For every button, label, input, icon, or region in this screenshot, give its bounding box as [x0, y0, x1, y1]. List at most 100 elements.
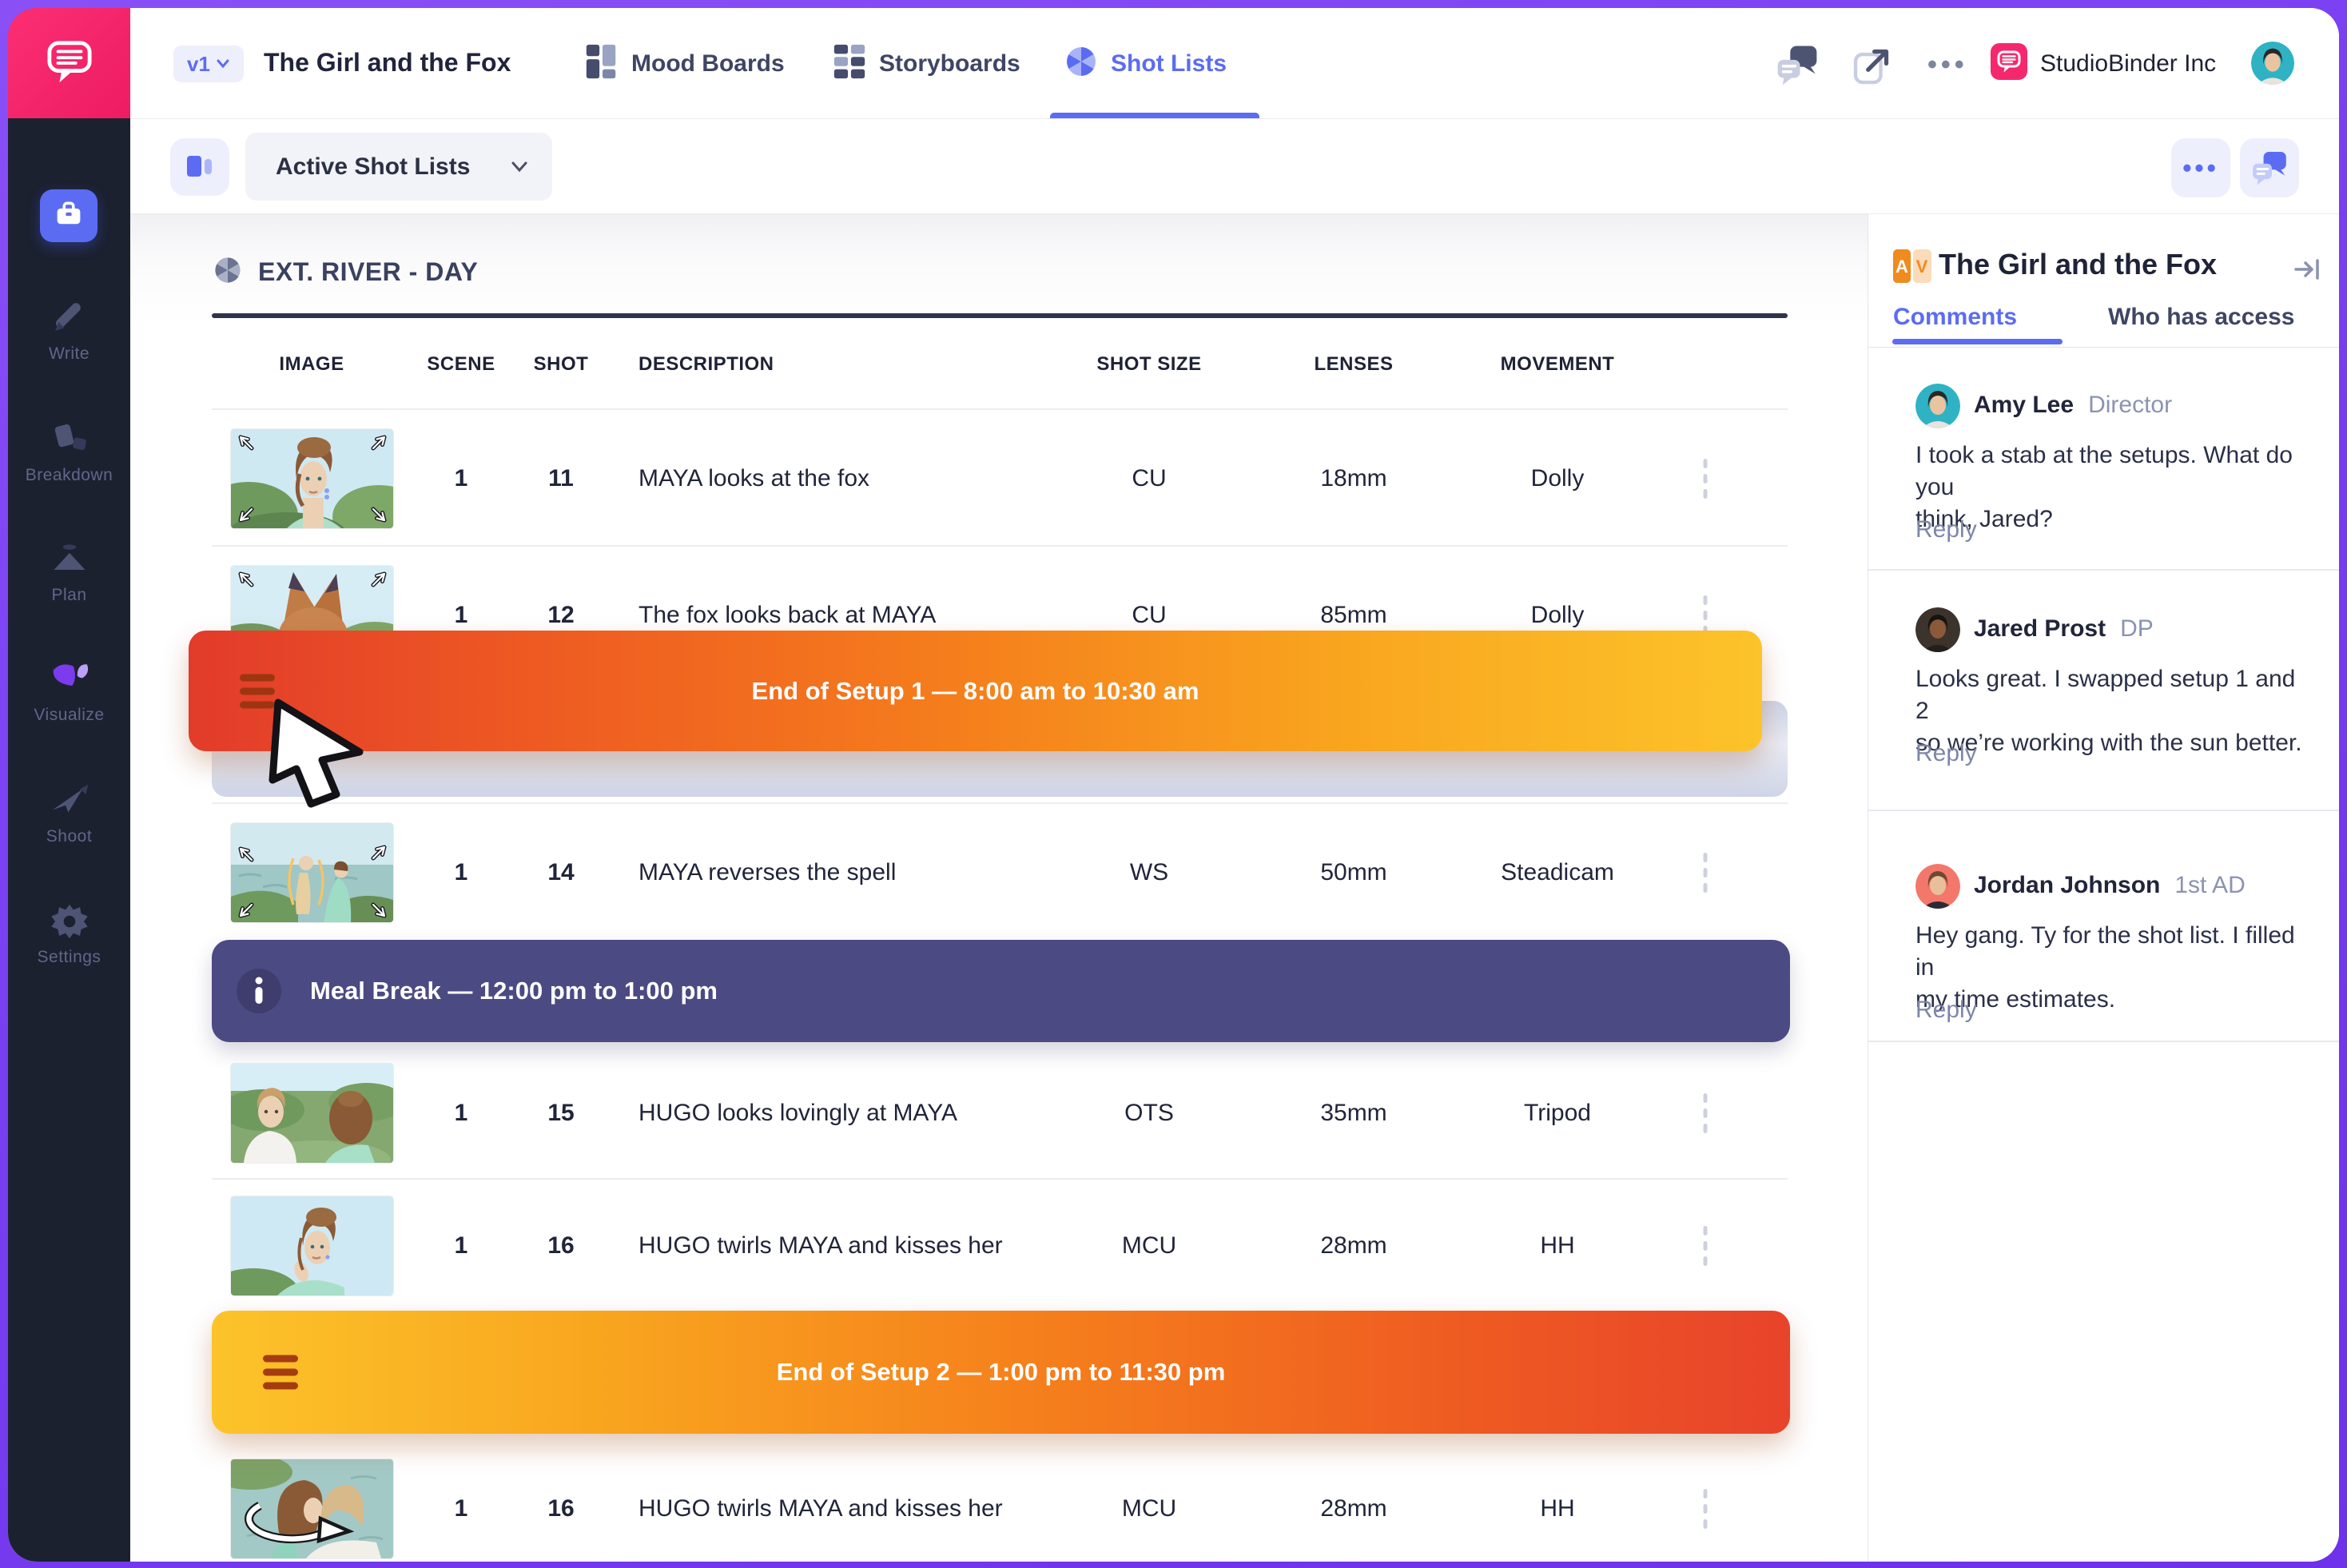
sidebar-item-label: Settings [8, 948, 130, 967]
comment-divider [1868, 1041, 2339, 1042]
sidebar-item-label: Shoot [8, 827, 130, 846]
row-menu-icon[interactable] [1699, 848, 1713, 897]
commenter-avatar [1915, 607, 1960, 652]
sidebar-item-settings[interactable]: Settings [8, 901, 130, 967]
sidebar-item-label: Breakdown [8, 466, 130, 485]
column-header: IMAGE [279, 353, 344, 376]
more-options-button[interactable]: ••• [2171, 138, 2230, 197]
commenter-name: Jared ProstDP [1974, 615, 2154, 643]
org-logo-icon[interactable] [1991, 43, 2027, 80]
reply-link[interactable]: Reply [1915, 997, 1977, 1024]
shot-cell: 12 [547, 602, 574, 629]
row-menu-icon[interactable] [1699, 1221, 1713, 1271]
commenter-avatar [1915, 384, 1960, 428]
movement-cell: HH [1540, 1495, 1574, 1522]
tab-storyboards[interactable]: Storyboards [831, 43, 1020, 84]
storyboard-thumbnail[interactable] [231, 429, 393, 528]
panel-title: The Girl and the Fox [1939, 248, 2217, 281]
meal-break-banner[interactable]: Meal Break — 12:00 pm to 1:00 pm [212, 940, 1790, 1042]
movement-cell: Tripod [1524, 1100, 1591, 1127]
collapse-panel-icon[interactable] [2292, 256, 2322, 287]
row-menu-icon[interactable] [1699, 454, 1713, 503]
sidebar-item-plan[interactable]: Plan [8, 539, 130, 605]
user-avatar[interactable] [2251, 42, 2294, 85]
breakdown-icon [49, 450, 90, 464]
scene-cell: 1 [455, 1495, 468, 1522]
tab-comments[interactable]: Comments [1893, 304, 2017, 331]
shot-list-selector-label: Active Shot Lists [276, 153, 470, 181]
tab-mood-boards[interactable]: Mood Boards [583, 43, 785, 84]
column-header: SHOT [534, 353, 589, 376]
share-icon[interactable] [1850, 43, 1895, 92]
shot-row[interactable]: 1 14 MAYA reverses the spell WS 50mm Ste… [212, 802, 1788, 941]
content-area: EXT. RIVER - DAY IMAGESCENESHOTDESCRIPTI… [130, 214, 2339, 1562]
shot-lists-icon [1063, 43, 1100, 84]
tab-label: Shot Lists [1111, 50, 1227, 78]
column-header: SCENE [427, 353, 495, 376]
comments-icon[interactable] [1775, 43, 1820, 90]
layout-view-button[interactable] [170, 138, 229, 196]
sidebar-item-breakdown[interactable]: Breakdown [8, 419, 130, 485]
version-label: v1 [187, 52, 210, 77]
version-dropdown[interactable]: v1 [173, 46, 244, 82]
sidebar-item-write[interactable]: Write [8, 297, 130, 364]
av-script-icon: AV [1893, 249, 1931, 287]
sidebar: Write Breakdown Plan Visualize Shoot Set… [8, 8, 130, 1562]
sidebar-item-projects[interactable] [40, 189, 97, 242]
movement-cell: HH [1540, 1232, 1574, 1260]
studiobinder-logo[interactable] [8, 8, 130, 118]
setup-banner[interactable]: End of Setup 1 — 8:00 am to 10:30 am [189, 631, 1762, 751]
description-cell: HUGO twirls MAYA and kisses her [638, 1232, 1003, 1260]
drag-handle-icon[interactable] [240, 674, 275, 708]
reply-link[interactable]: Reply [1915, 740, 1977, 767]
sidebar-item-label: Write [8, 344, 130, 364]
shot-cell: 11 [548, 465, 574, 492]
tab-who-has-access[interactable]: Who has access [2108, 304, 2294, 331]
row-menu-icon[interactable] [1699, 1484, 1713, 1534]
commenter-name: Jordan Johnson1st AD [1974, 872, 2246, 899]
drag-handle-icon[interactable] [263, 1355, 298, 1390]
section-divider [212, 313, 1788, 318]
shot-size-cell: MCU [1122, 1232, 1176, 1260]
setup-banner[interactable]: End of Setup 2 — 1:00 pm to 11:30 pm [212, 1311, 1790, 1434]
shot-list-toolbar: Active Shot Lists ••• [130, 119, 2339, 214]
sidebar-item-visualize[interactable]: Visualize [8, 659, 130, 725]
storyboard-thumbnail[interactable] [231, 823, 393, 922]
layout-icon [182, 149, 217, 185]
storyboard-thumbnail[interactable] [231, 1196, 393, 1295]
app-window: Write Breakdown Plan Visualize Shoot Set… [8, 8, 2339, 1562]
info-icon [237, 969, 281, 1013]
movement-cell: Steadicam [1501, 859, 1614, 886]
briefcase-icon [50, 196, 87, 237]
lenses-cell: 50mm [1320, 859, 1386, 886]
sidebar-item-shoot[interactable]: Shoot [8, 780, 130, 846]
lenses-cell: 35mm [1320, 1100, 1386, 1127]
tab-shot-lists[interactable]: Shot Lists [1063, 43, 1227, 84]
description-cell: MAYA looks at the fox [638, 465, 869, 492]
svg-text:V: V [1916, 257, 1928, 277]
scene-cell: 1 [455, 1232, 468, 1260]
svg-text:A: A [1896, 257, 1908, 277]
shot-size-cell: WS [1130, 859, 1168, 886]
storyboard-thumbnail[interactable] [231, 1459, 393, 1558]
row-menu-icon[interactable] [1699, 1088, 1713, 1138]
reply-link[interactable]: Reply [1915, 516, 1977, 543]
shot-row[interactable]: 1 16 HUGO twirls MAYA and kisses her MCU… [212, 1440, 1788, 1562]
more-icon[interactable]: ••• [1927, 50, 1968, 81]
tabs-divider [1868, 347, 2339, 348]
shot-list-selector[interactable]: Active Shot Lists [245, 133, 552, 201]
shot-row[interactable]: 1 15 HUGO looks lovingly at MAYA OTS 35m… [212, 1049, 1788, 1178]
shot-row[interactable]: 1 16 HUGO twirls MAYA and kisses her MCU… [212, 1178, 1788, 1312]
main-column: v1 The Girl and the Fox Mood Boards Stor… [130, 8, 2339, 1562]
comments-toggle-button[interactable] [2240, 138, 2299, 197]
mood-boards-icon [583, 43, 620, 84]
org-name[interactable]: StudioBinder Inc [2040, 50, 2216, 78]
scene-cell: 1 [455, 465, 468, 492]
storyboard-thumbnail[interactable] [231, 1064, 393, 1163]
column-header: DESCRIPTION [638, 353, 774, 376]
sidebar-item-label: Plan [8, 586, 130, 605]
meal-banner-label: Meal Break — 12:00 pm to 1:00 pm [310, 977, 718, 1005]
shot-cell: 16 [547, 1232, 574, 1260]
plan-icon [49, 570, 90, 583]
shot-row[interactable]: 1 11 MAYA looks at the fox CU 18mm Dolly [212, 408, 1788, 547]
